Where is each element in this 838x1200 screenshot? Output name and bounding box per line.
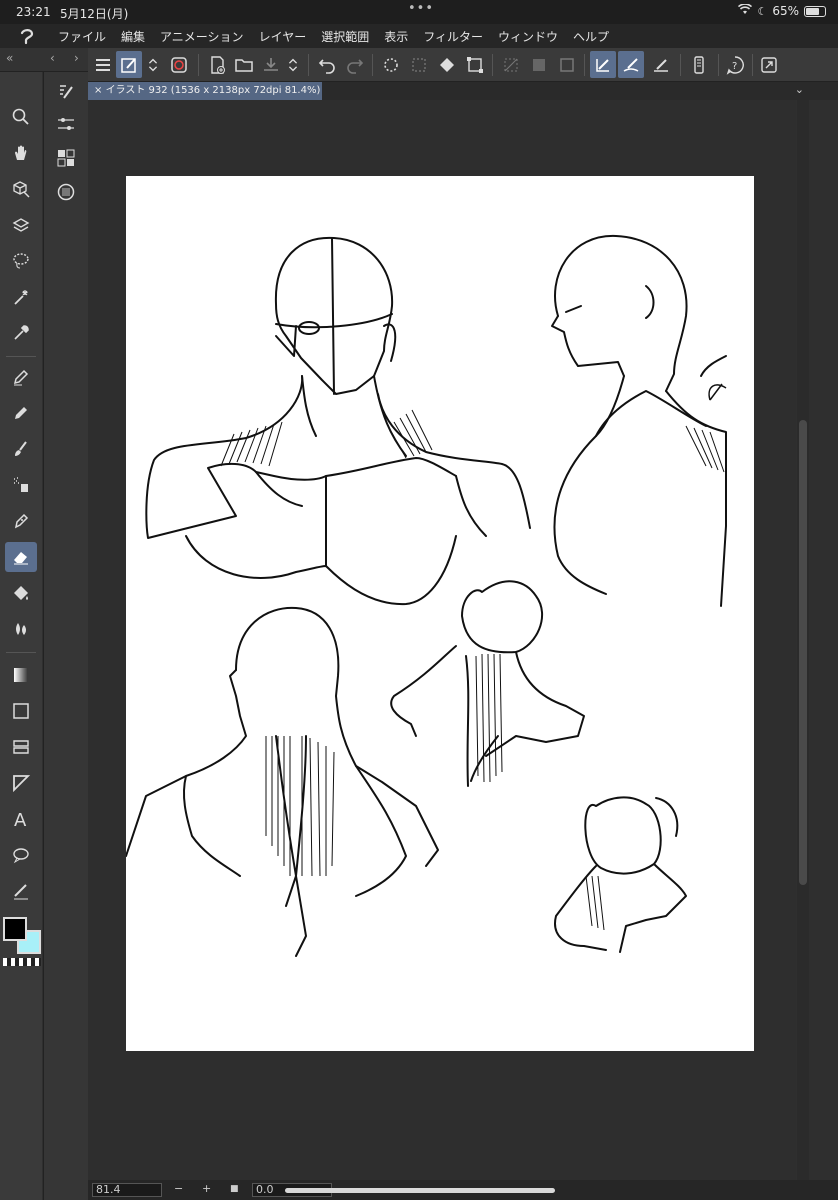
menu-bar: ファイル 編集 アニメーション レイヤー 選択範囲 表示 フィルター ウィンドウ… <box>0 24 838 48</box>
select-all-icon[interactable] <box>554 51 580 78</box>
tool-panel-header: « › ‹ <box>0 48 88 72</box>
vertical-scrollbar[interactable] <box>797 100 809 1180</box>
svg-text:?: ? <box>732 61 737 72</box>
drawing-canvas[interactable] <box>125 176 754 1051</box>
rectangle-icon[interactable] <box>8 698 34 724</box>
text-icon[interactable]: A <box>8 806 34 832</box>
collapse-left-icon[interactable]: « <box>6 51 13 65</box>
snap-ruler-icon[interactable] <box>590 51 616 78</box>
tool-panel-back-icon[interactable]: ‹ <box>50 51 55 65</box>
pencil-icon[interactable] <box>8 400 34 426</box>
app-logo-icon[interactable] <box>18 27 36 45</box>
menu-help[interactable]: ヘルプ <box>573 28 609 45</box>
transparent-color[interactable] <box>3 958 41 966</box>
moon-icon: ☾ <box>757 4 768 18</box>
zoom-field[interactable]: 81.4 <box>92 1183 162 1197</box>
fullscreen-icon[interactable] <box>756 51 782 78</box>
clear-outside-icon[interactable] <box>406 51 432 78</box>
clear-icon[interactable] <box>378 51 404 78</box>
svg-text:A: A <box>14 810 27 829</box>
help-icon[interactable]: ? <box>722 51 748 78</box>
menu-icon[interactable] <box>90 51 116 78</box>
undo-icon[interactable] <box>314 51 340 78</box>
fill-icon[interactable] <box>8 580 34 606</box>
menu-window[interactable]: ウィンドウ <box>498 28 558 45</box>
transform-icon[interactable] <box>462 51 488 78</box>
command-bar: ? <box>88 48 838 82</box>
move-3d-icon[interactable] <box>8 176 34 202</box>
layer-move-icon[interactable] <box>8 212 34 238</box>
chevron-updown-icon[interactable] <box>144 51 162 78</box>
eraser-icon[interactable] <box>5 542 37 572</box>
zoom-out-button[interactable]: − <box>174 1182 183 1195</box>
foreground-color[interactable] <box>3 917 27 941</box>
eyedropper-icon[interactable] <box>8 320 34 346</box>
redo-icon[interactable] <box>342 51 368 78</box>
edit-mode-icon[interactable] <box>116 51 142 78</box>
scroll-thumb[interactable] <box>799 420 807 885</box>
search-icon[interactable] <box>8 104 34 130</box>
companion-mode-icon[interactable] <box>166 51 192 78</box>
multitask-dots-icon[interactable]: ••• <box>408 1 434 16</box>
battery-label: 65% <box>772 4 799 18</box>
new-canvas-icon[interactable] <box>204 51 230 78</box>
blend-icon[interactable] <box>8 616 34 642</box>
material-icon[interactable] <box>54 180 78 204</box>
save-icon[interactable] <box>258 51 284 78</box>
settings-sliders-icon[interactable] <box>54 112 78 136</box>
frame-icon[interactable] <box>8 734 34 760</box>
sketch-artwork <box>125 234 727 957</box>
snap-grid-icon[interactable] <box>648 51 674 78</box>
fill-selection-icon[interactable] <box>434 51 460 78</box>
gradient-icon[interactable] <box>8 662 34 688</box>
lasso-icon[interactable] <box>8 248 34 274</box>
chevron-updown-icon-2[interactable] <box>284 51 302 78</box>
menu-file[interactable]: ファイル <box>58 28 106 45</box>
close-icon[interactable]: × <box>94 85 106 96</box>
canvas-tab[interactable]: × イラスト 932 (1536 x 2138px 72dpi 81.4%) <box>88 82 322 100</box>
expand-right-icon[interactable]: › <box>74 51 79 65</box>
wifi-icon <box>738 3 753 18</box>
balloon-icon[interactable] <box>8 842 34 868</box>
menu-filter[interactable]: フィルター <box>423 28 483 45</box>
menu-view[interactable]: 表示 <box>384 28 408 45</box>
menu-selection[interactable]: 選択範囲 <box>321 28 369 45</box>
menu-edit[interactable]: 編集 <box>121 28 145 45</box>
smartphone-icon[interactable] <box>686 51 712 78</box>
canvas-tab-bar: × イラスト 932 (1536 x 2138px 72dpi 81.4%) ⌄ <box>88 82 838 100</box>
line-correct-icon[interactable] <box>8 878 34 904</box>
status-date: 5月12日(月) <box>60 7 129 21</box>
status-time: 23:21 <box>16 5 51 19</box>
ruler-icon[interactable] <box>8 770 34 796</box>
open-folder-icon[interactable] <box>231 51 257 78</box>
magic-wand-icon[interactable] <box>8 284 34 310</box>
chevron-down-icon[interactable]: ⌄ <box>795 83 804 96</box>
tool-palette: A <box>0 72 42 1200</box>
menu-layer[interactable]: レイヤー <box>259 28 307 45</box>
fit-screen-icon[interactable]: ■ <box>230 1184 239 1194</box>
brush-icon[interactable] <box>8 436 34 462</box>
ios-status-bar: 23:21 5月12日(月) ••• ☾ 65% <box>0 0 838 24</box>
deselect-icon[interactable] <box>498 51 524 78</box>
home-indicator[interactable] <box>285 1188 555 1193</box>
zoom-in-button[interactable]: + <box>202 1182 211 1195</box>
invert-selection-icon[interactable] <box>526 51 552 78</box>
battery-icon <box>804 5 826 17</box>
snap-special-ruler-icon[interactable] <box>618 51 644 78</box>
sub-tool-column <box>43 72 88 1200</box>
pen-icon[interactable] <box>8 364 34 390</box>
airbrush-icon[interactable] <box>8 472 34 498</box>
menu-animation[interactable]: アニメーション <box>160 28 244 45</box>
subtool-brush-icon[interactable] <box>54 80 78 104</box>
hand-icon[interactable] <box>8 140 34 166</box>
navigator-icon[interactable] <box>54 146 78 170</box>
ink-pen-icon[interactable] <box>8 508 34 534</box>
canvas-tab-label: イラスト 932 (1536 x 2138px 72dpi 81.4%) <box>105 85 321 96</box>
